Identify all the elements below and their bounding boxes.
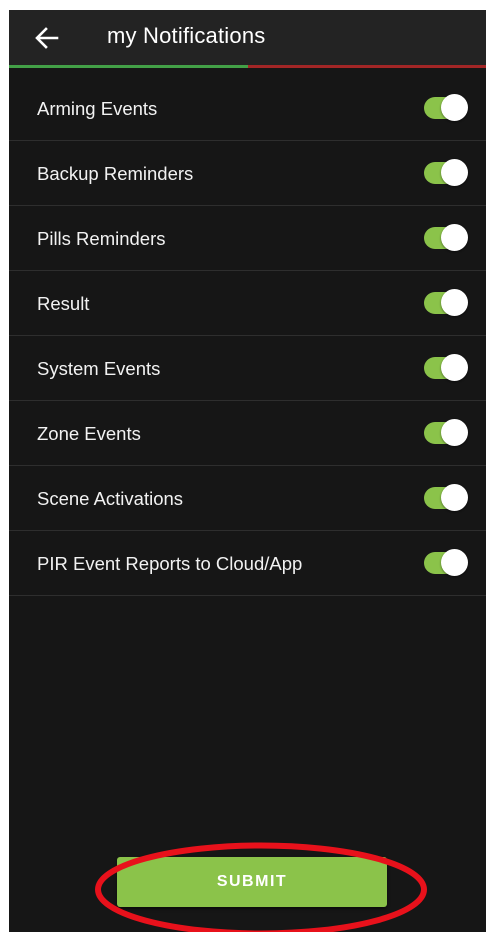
notification-row[interactable]: Result <box>9 271 486 336</box>
notification-label: PIR Event Reports to Cloud/App <box>37 553 303 574</box>
notification-row[interactable]: Scene Activations <box>9 466 486 531</box>
arrow-left-icon[interactable] <box>35 27 59 49</box>
toggle-thumb <box>441 419 468 446</box>
notifications-screen: my Notifications Arming Events Backup Rem… <box>9 10 486 932</box>
notification-toggle[interactable] <box>424 159 468 187</box>
notification-label: Result <box>37 293 90 314</box>
app-bar: my Notifications <box>9 10 486 65</box>
notification-row[interactable]: Backup Reminders <box>9 141 486 206</box>
submit-button[interactable]: SUBMIT <box>117 857 387 907</box>
notification-toggle[interactable] <box>424 354 468 382</box>
notification-toggle[interactable] <box>424 94 468 122</box>
toggle-thumb <box>441 224 468 251</box>
toggle-thumb <box>441 549 468 576</box>
toggle-thumb <box>441 289 468 316</box>
notification-row[interactable]: System Events <box>9 336 486 401</box>
notification-toggle[interactable] <box>424 549 468 577</box>
notification-toggle[interactable] <box>424 484 468 512</box>
toggle-thumb <box>441 159 468 186</box>
notification-toggle[interactable] <box>424 224 468 252</box>
notification-label: Zone Events <box>37 423 141 444</box>
notification-row[interactable]: Arming Events <box>9 76 486 141</box>
notification-toggle[interactable] <box>424 289 468 317</box>
toggle-thumb <box>441 94 468 121</box>
notification-settings-list: Arming Events Backup Reminders Pills Remin… <box>9 76 486 596</box>
notification-label: Arming Events <box>37 98 158 119</box>
notification-label: Pills Reminders <box>37 228 166 249</box>
page-title: my Notifications <box>107 23 266 48</box>
toggle-thumb <box>441 484 468 511</box>
notification-row[interactable]: PIR Event Reports to Cloud/App <box>9 531 486 596</box>
progress-bar-remaining <box>247 65 486 68</box>
notification-row[interactable]: Zone Events <box>9 401 486 466</box>
notification-label: Scene Activations <box>37 488 184 509</box>
notification-row[interactable]: Pills Reminders <box>9 206 486 271</box>
progress-bar-done <box>9 65 248 68</box>
notification-label: System Events <box>37 358 161 379</box>
notification-label: Backup Reminders <box>37 163 194 184</box>
progress-bar <box>9 65 486 68</box>
toggle-thumb <box>441 354 468 381</box>
notification-toggle[interactable] <box>424 419 468 447</box>
